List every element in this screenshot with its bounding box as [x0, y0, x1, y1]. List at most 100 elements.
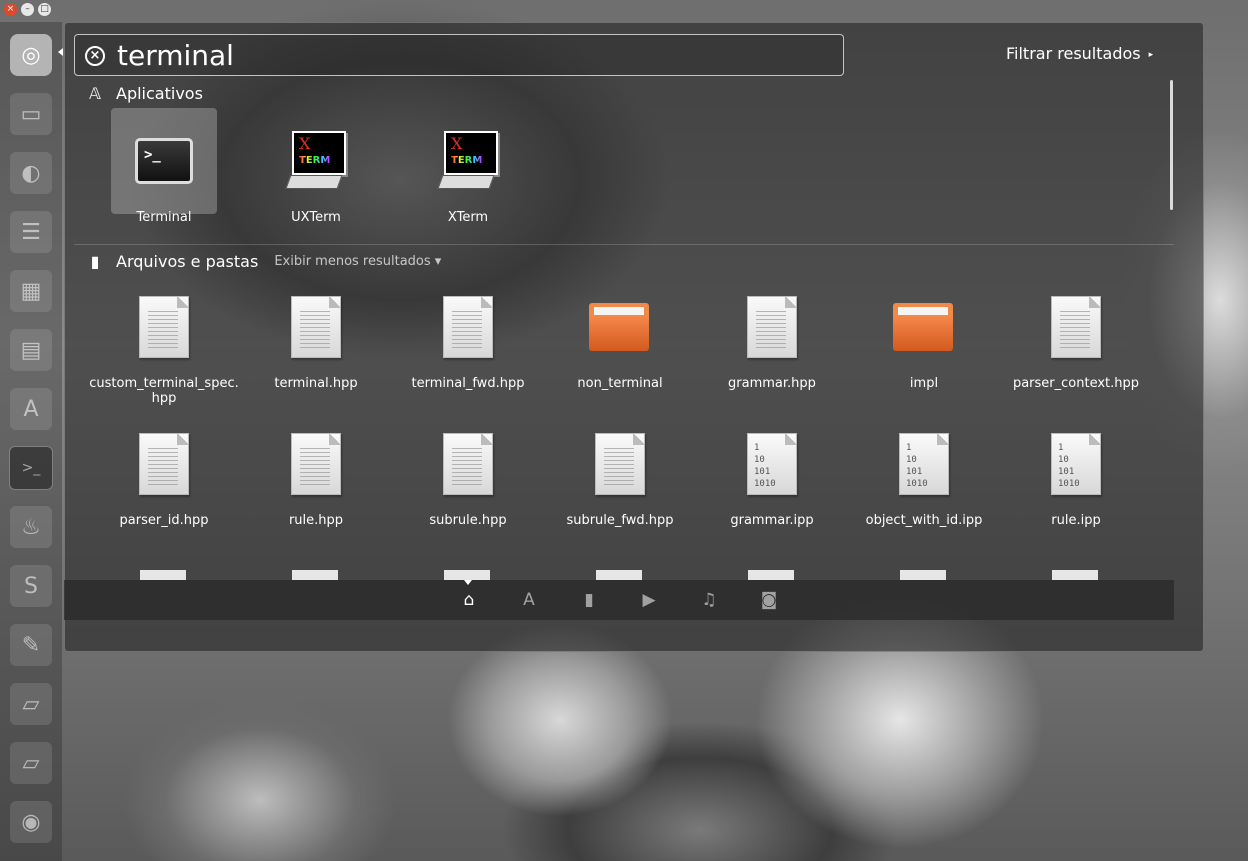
close-window-button[interactable]: ×	[4, 3, 17, 16]
result-label: custom_terminal_spec.hpp	[89, 376, 239, 406]
result-label: subrule_fwd.hpp	[566, 513, 674, 528]
sublime-icon: S	[10, 565, 52, 607]
category-title: Aplicativos	[116, 84, 203, 103]
drive-icon: ▱	[10, 742, 52, 784]
category-header-apps: 𝔸 Aplicativos	[86, 84, 203, 103]
result-label: terminal_fwd.hpp	[411, 376, 525, 391]
icon-wrap: X TERM	[415, 108, 521, 214]
launcher-impress-button[interactable]: ▤	[6, 325, 56, 375]
file-result-item[interactable]: subrule_fwd.hpp	[544, 415, 696, 528]
text-file-icon	[595, 433, 645, 495]
launcher-calc-button[interactable]: ▦	[6, 266, 56, 316]
file-result-item[interactable]: impl	[848, 278, 1000, 391]
impress-icon: ▤	[10, 329, 52, 371]
file-result-item[interactable]: 1 10 101 1010 object_with_id.ipp	[848, 415, 1000, 528]
home-lens-icon[interactable]: ⌂	[458, 589, 480, 611]
dash: × Filtrar resultados ▸ 𝔸 Aplicativos >_ T…	[64, 22, 1204, 652]
launcher-inkscape-button[interactable]: ✎	[6, 620, 56, 670]
music-lens-icon[interactable]: ♫	[698, 589, 720, 611]
file-result-item[interactable]: parser_context.hpp	[1000, 278, 1152, 391]
terminal-app-icon: >_	[135, 138, 193, 184]
software-center-icon: A	[10, 388, 52, 430]
active-lens-marker-icon	[464, 580, 472, 585]
launcher-sublime-button[interactable]: S	[6, 561, 56, 611]
icon-wrap	[415, 278, 521, 376]
icon-wrap	[111, 278, 217, 376]
file-result-item[interactable]: custom_terminal_spec.hpp	[88, 278, 240, 406]
filter-results-label: Filtrar resultados	[1006, 44, 1141, 63]
chevron-right-icon: ▸	[1148, 49, 1154, 60]
search-input[interactable]	[117, 39, 817, 71]
app-result-terminal[interactable]: >_ Terminal	[88, 108, 240, 225]
xterm-app-icon: X TERM	[437, 131, 498, 191]
window-controls: × – □	[4, 3, 51, 16]
icon-wrap	[719, 278, 825, 376]
clear-search-icon[interactable]: ×	[85, 46, 105, 66]
text-file-icon	[291, 433, 341, 495]
video-lens-icon[interactable]: ▶	[638, 589, 660, 611]
icon-wrap	[111, 415, 217, 513]
firefox-icon: ◐	[10, 152, 52, 194]
launcher-drive-1-button[interactable]: ▱	[6, 679, 56, 729]
result-label: subrule.hpp	[429, 513, 507, 528]
icon-wrap: >_	[111, 108, 217, 214]
text-file-icon	[139, 296, 189, 358]
file-result-item[interactable]: rule.hpp	[240, 415, 392, 528]
lens-bar: ⌂ A ▮ ▶ ♫ ◙	[64, 580, 1174, 620]
result-label: grammar.hpp	[728, 376, 816, 391]
file-result-item[interactable]: subrule.hpp	[392, 415, 544, 528]
launcher-files-button[interactable]: ▭	[6, 89, 56, 139]
icon-wrap: 1 10 101 1010	[1023, 415, 1129, 513]
binary-text: 1 10 101 1010	[1058, 443, 1080, 489]
icon-wrap	[263, 415, 369, 513]
file-result-item[interactable]: 1 10 101 1010 rule.ipp	[1000, 415, 1152, 528]
launcher-writer-button[interactable]: ☰	[6, 207, 56, 257]
file-result-item[interactable]: parser_id.hpp	[88, 415, 240, 528]
teapot-icon: ♨	[10, 506, 52, 548]
result-label: non_terminal	[577, 376, 663, 391]
result-label: impl	[909, 376, 939, 391]
uxterm-app-icon: X TERM	[285, 131, 346, 191]
maximize-window-button[interactable]: □	[38, 3, 51, 16]
icon-wrap: 1 10 101 1010	[719, 415, 825, 513]
launcher-teapot-button[interactable]: ♨	[6, 502, 56, 552]
launcher-dvd-button[interactable]: ◉	[6, 797, 56, 847]
scrollbar[interactable]	[1170, 80, 1173, 210]
file-result-item[interactable]: terminal_fwd.hpp	[392, 278, 544, 391]
file-result-item[interactable]: terminal.hpp	[240, 278, 392, 391]
files-lens-icon[interactable]: ▮	[578, 589, 600, 611]
category-divider	[74, 244, 1174, 245]
show-fewer-results-link[interactable]: Exibir menos resultados ▾	[274, 254, 441, 269]
binary-file-icon: 1 10 101 1010	[1051, 433, 1101, 495]
launcher-drive-2-button[interactable]: ▱	[6, 738, 56, 788]
app-result-uxterm[interactable]: X TERM UXTerm	[240, 108, 392, 225]
text-file-icon	[443, 296, 493, 358]
search-box: ×	[74, 34, 844, 76]
minimize-window-button[interactable]: –	[21, 3, 34, 16]
file-result-item[interactable]: grammar.hpp	[696, 278, 848, 391]
app-result-xterm[interactable]: X TERM XTerm	[392, 108, 544, 225]
ubuntu-logo-icon: ◎	[10, 34, 52, 76]
launcher: ◎ ▭ ◐ ☰ ▦ ▤ A >_ ♨ S ✎ ▱ ▱ ◉	[0, 22, 62, 861]
file-result-item[interactable]: non_terminal	[544, 278, 696, 391]
folder-icon	[893, 303, 955, 351]
applications-category-icon: 𝔸	[89, 84, 101, 103]
drive-icon: ▱	[10, 683, 52, 725]
binary-text: 1 10 101 1010	[754, 443, 776, 489]
filter-results-button[interactable]: Filtrar resultados ▸	[1006, 44, 1153, 63]
applications-lens-icon[interactable]: A	[518, 589, 540, 611]
file-result-item[interactable]: 1 10 101 1010 grammar.ipp	[696, 415, 848, 528]
photos-lens-icon[interactable]: ◙	[758, 589, 780, 611]
icon-wrap	[263, 278, 369, 376]
binary-file-icon: 1 10 101 1010	[899, 433, 949, 495]
result-label: rule.hpp	[288, 513, 344, 528]
result-label: rule.ipp	[1051, 513, 1101, 528]
writer-icon: ☰	[10, 211, 52, 253]
launcher-firefox-button[interactable]: ◐	[6, 148, 56, 198]
result-label: parser_context.hpp	[1012, 376, 1140, 391]
launcher-terminal-button[interactable]: >_	[6, 443, 56, 493]
launcher-software-center-button[interactable]: A	[6, 384, 56, 434]
icon-wrap	[567, 415, 673, 513]
category-title: Arquivos e pastas	[116, 252, 259, 271]
launcher-dash-home-button[interactable]: ◎	[6, 30, 56, 80]
